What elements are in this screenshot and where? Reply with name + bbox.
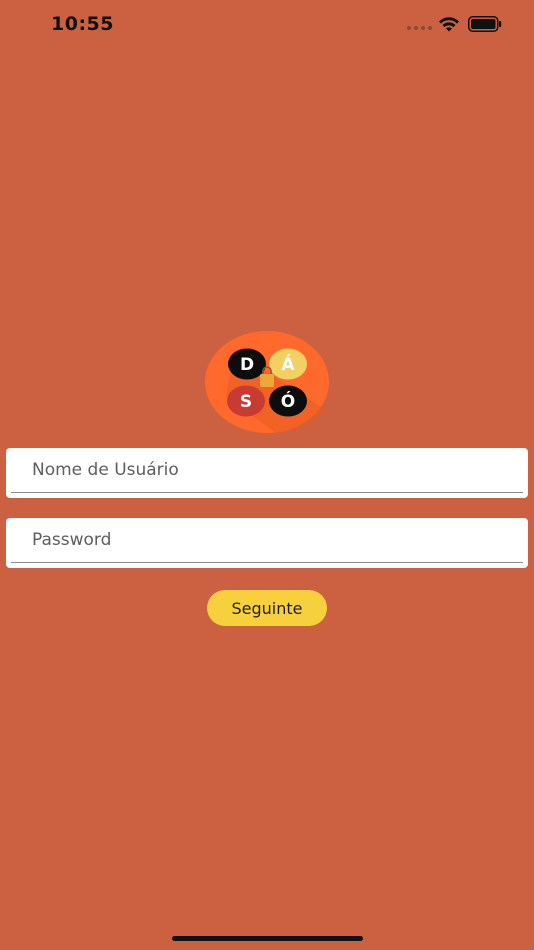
battery-icon — [468, 16, 502, 32]
password-input[interactable] — [11, 518, 523, 563]
logo-letter-s: S — [240, 392, 252, 412]
logo-letter-d: D — [240, 355, 254, 375]
password-field-container — [6, 518, 528, 568]
username-input[interactable] — [11, 448, 523, 493]
wifi-icon — [439, 17, 459, 32]
next-button[interactable]: Seguinte — [207, 590, 327, 626]
app-logo: D Á S Ó — [205, 331, 329, 433]
logo-letter-o: Ó — [281, 390, 295, 412]
logo-letter-a: Á — [281, 353, 295, 375]
status-time: 10:55 — [51, 13, 114, 35]
home-indicator — [172, 936, 363, 941]
cellular-signal-icon — [407, 26, 433, 31]
status-bar: 10:55 — [0, 0, 534, 50]
username-field-container — [6, 448, 528, 498]
